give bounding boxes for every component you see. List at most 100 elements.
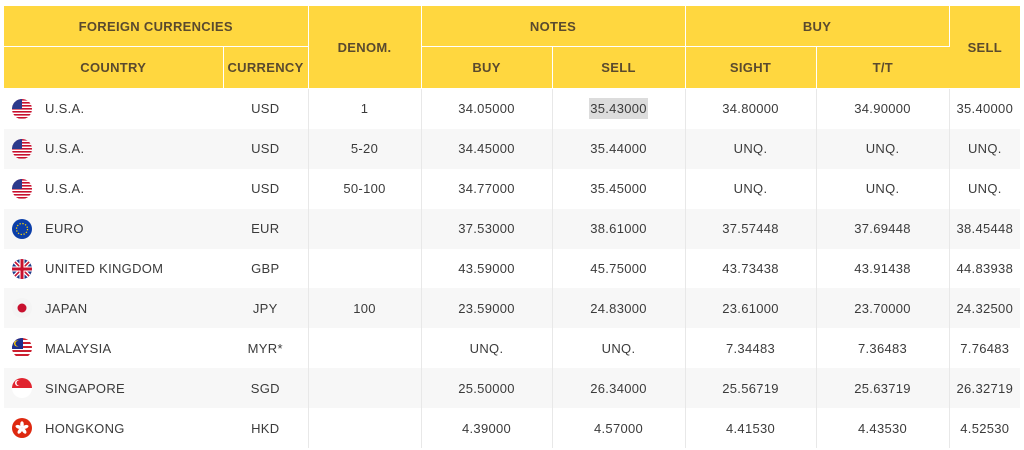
notes-sell-cell: 35.45000 <box>552 168 686 209</box>
table-row: JAPAN JPY 100 23.59000 24.83000 23.61000 23.70… <box>4 288 1021 329</box>
country-cell: U.S.A. <box>4 128 223 169</box>
country-cell: JAPAN <box>4 288 223 329</box>
denom-cell <box>308 208 422 249</box>
table-row: SINGAPORE SGD 25.50000 26.34000 25.56719 25.6… <box>4 368 1021 409</box>
notes-buy-header: BUY <box>421 46 553 89</box>
table-row: U.S.A. USD 50-100 34.77000 35.45000 UNQ. UNQ. U… <box>4 168 1021 209</box>
country-name: U.S.A. <box>45 141 85 157</box>
tt-cell: 23.70000 <box>816 288 950 329</box>
denom-cell: 100 <box>308 288 422 329</box>
notes-buy-cell: UNQ. <box>421 328 553 369</box>
sell-cell: 4.52530 <box>949 408 1021 449</box>
currency-cell: USD <box>223 128 309 169</box>
country-name: SINGAPORE <box>45 380 125 396</box>
notes-header: NOTES <box>421 6 686 47</box>
sight-cell: 37.57448 <box>685 208 817 249</box>
tt-cell: UNQ. <box>816 168 950 209</box>
notes-sell-cell: 24.83000 <box>552 288 686 329</box>
buy-header: BUY <box>685 6 950 47</box>
currency-cell: EUR <box>223 208 309 249</box>
notes-sell-cell: 45.75000 <box>552 248 686 289</box>
denom-cell: 50-100 <box>308 168 422 209</box>
tt-cell: 25.63719 <box>816 368 950 409</box>
currency-cell: HKD <box>223 408 309 449</box>
country-cell: EURO <box>4 208 223 249</box>
notes-sell-header: SELL <box>552 46 686 89</box>
country-cell: HONGKONG <box>4 408 223 449</box>
sight-cell: 34.80000 <box>685 88 817 129</box>
denom-cell: 5-20 <box>308 128 422 169</box>
notes-buy-cell: 34.45000 <box>421 128 553 169</box>
country-cell: SINGAPORE <box>4 368 223 409</box>
country-header: COUNTRY <box>4 46 224 89</box>
notes-buy-cell: 4.39000 <box>421 408 553 449</box>
rate-rows: U.S.A. USD 1 34.05000 35.43000 34.80000 34.900… <box>4 88 1021 449</box>
exchange-rate-table: FOREIGN CURRENCIES DENOM. NOTES BUY SELL… <box>4 6 1021 449</box>
notes-sell-cell: 26.34000 <box>552 368 686 409</box>
notes-sell-cell: 4.57000 <box>552 408 686 449</box>
table-row: HONGKONG HKD 4.39000 4.57000 4.41530 4.43530 4… <box>4 408 1021 449</box>
sight-cell: 43.73438 <box>685 248 817 289</box>
sight-cell: 23.61000 <box>685 288 817 329</box>
currency-cell: USD <box>223 88 309 129</box>
notes-sell-cell: 35.44000 <box>552 128 686 169</box>
denom-cell <box>308 248 422 289</box>
country-name: HONGKONG <box>45 420 125 436</box>
notes-buy-cell: 43.59000 <box>421 248 553 289</box>
tt-cell: 4.43530 <box>816 408 950 449</box>
sell-cell: 38.45448 <box>949 208 1021 249</box>
country-name: JAPAN <box>45 300 88 316</box>
country-cell: U.S.A. <box>4 88 223 129</box>
notes-buy-cell: 34.77000 <box>421 168 553 209</box>
sell-header: SELL <box>949 6 1021 89</box>
us-flag-icon <box>12 178 32 199</box>
denom-cell <box>308 368 422 409</box>
table-row: EURO EUR 37.53000 38.61000 37.57448 37.69448 3… <box>4 208 1021 249</box>
sight-cell: 4.41530 <box>685 408 817 449</box>
tt-cell: 43.91438 <box>816 248 950 289</box>
sight-header: SIGHT <box>685 46 817 89</box>
country-cell: U.S.A. <box>4 168 223 209</box>
table-row: UNITED KINGDOM GBP 43.59000 45.75000 43.7343… <box>4 248 1021 289</box>
table-row: U.S.A. USD 1 34.05000 35.43000 34.80000 34.900… <box>4 88 1021 129</box>
currency-cell: GBP <box>223 248 309 289</box>
currency-cell: MYR* <box>223 328 309 369</box>
notes-sell-cell: UNQ. <box>552 328 686 369</box>
notes-sell-cell: 35.43000 <box>552 88 686 129</box>
country-name: UNITED KINGDOM <box>45 261 164 276</box>
sight-cell: UNQ. <box>685 168 817 209</box>
denom-cell <box>308 408 422 449</box>
malaysia-flag-icon <box>12 338 32 359</box>
us-flag-icon <box>12 98 32 119</box>
country-name: U.S.A. <box>45 101 85 117</box>
denom-cell <box>308 328 422 369</box>
denom-header: DENOM. <box>308 6 422 89</box>
currency-header: CURRENCY <box>223 46 309 89</box>
sell-cell: 35.40000 <box>949 88 1021 129</box>
tt-cell: 37.69448 <box>816 208 950 249</box>
table-row: U.S.A. USD 5-20 34.45000 35.44000 UNQ. UNQ. UNQ… <box>4 128 1021 169</box>
japan-flag-icon <box>12 298 32 319</box>
singapore-flag-icon <box>12 378 32 399</box>
notes-sell-cell: 38.61000 <box>552 208 686 249</box>
country-cell: UNITED KINGDOM <box>4 248 223 289</box>
denom-cell: 1 <box>308 88 422 129</box>
sell-cell: UNQ. <box>949 128 1021 169</box>
us-flag-icon <box>12 138 32 159</box>
eu-flag-icon <box>12 218 32 239</box>
sight-cell: UNQ. <box>685 128 817 169</box>
uk-flag-icon <box>12 258 32 279</box>
tt-cell: 7.36483 <box>816 328 950 369</box>
sell-cell: 7.76483 <box>949 328 1021 369</box>
country-name: U.S.A. <box>45 181 85 197</box>
country-name: MALAYSIA <box>45 340 112 356</box>
notes-buy-cell: 37.53000 <box>421 208 553 249</box>
currency-cell: USD <box>223 168 309 209</box>
sight-cell: 7.34483 <box>685 328 817 369</box>
country-cell: MALAYSIA <box>4 328 223 369</box>
sight-cell: 25.56719 <box>685 368 817 409</box>
tt-header: T/T <box>816 46 950 89</box>
hongkong-flag-icon <box>12 418 32 439</box>
tt-cell: UNQ. <box>816 128 950 169</box>
currency-cell: SGD <box>223 368 309 409</box>
